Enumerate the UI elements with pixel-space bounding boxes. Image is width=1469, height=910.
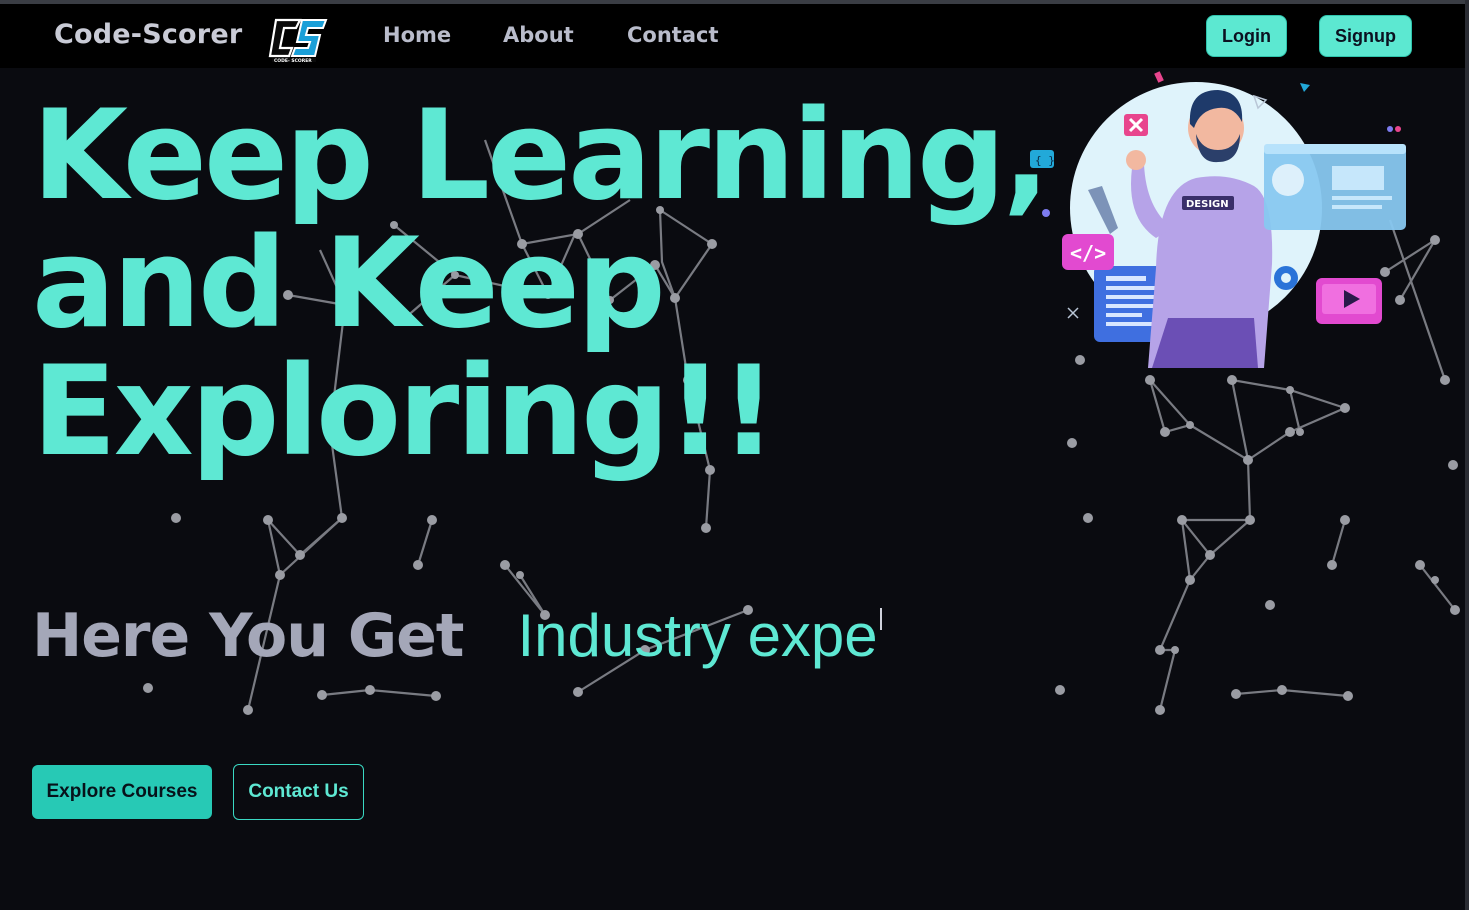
hero-subtitle: Here You Get Industry expe bbox=[32, 598, 882, 674]
brand-name[interactable]: Code-Scorer bbox=[54, 19, 242, 50]
svg-text:CODE- SCORER: CODE- SCORER bbox=[274, 58, 312, 64]
svg-text:{ }: { } bbox=[1035, 154, 1055, 167]
nav-link-contact[interactable]: Contact bbox=[627, 23, 719, 47]
typing-caret bbox=[879, 608, 882, 630]
signup-button[interactable]: Signup bbox=[1319, 15, 1412, 57]
top-navbar: Code-Scorer CODE- SCORER Home About Cont… bbox=[0, 4, 1469, 68]
subtitle-typed-text: Industry expe bbox=[517, 602, 878, 669]
designer-illustration-icon: { } </> DESIGN bbox=[1030, 71, 1406, 368]
explore-courses-button[interactable]: Explore Courses bbox=[32, 765, 212, 819]
svg-text:DESIGN: DESIGN bbox=[1186, 199, 1229, 210]
nav-link-home[interactable]: Home bbox=[383, 23, 451, 47]
hero-title-line-2: and Keep bbox=[32, 212, 666, 356]
subtitle-static-text: Here You Get bbox=[32, 601, 464, 671]
nav-link-about[interactable]: About bbox=[503, 23, 574, 47]
login-button[interactable]: Login bbox=[1206, 15, 1287, 57]
hero-title-line-3: Exploring!! bbox=[32, 340, 777, 484]
contact-us-button[interactable]: Contact Us bbox=[233, 764, 364, 820]
window-right-border bbox=[1465, 0, 1469, 910]
code-scorer-logo-icon[interactable]: CODE- SCORER bbox=[266, 14, 328, 64]
hero-title: Keep Learning, and Keep Exploring!! bbox=[32, 84, 1050, 484]
svg-text:</>: </> bbox=[1070, 241, 1106, 265]
hero-title-line-1: Keep Learning, bbox=[32, 84, 1050, 228]
